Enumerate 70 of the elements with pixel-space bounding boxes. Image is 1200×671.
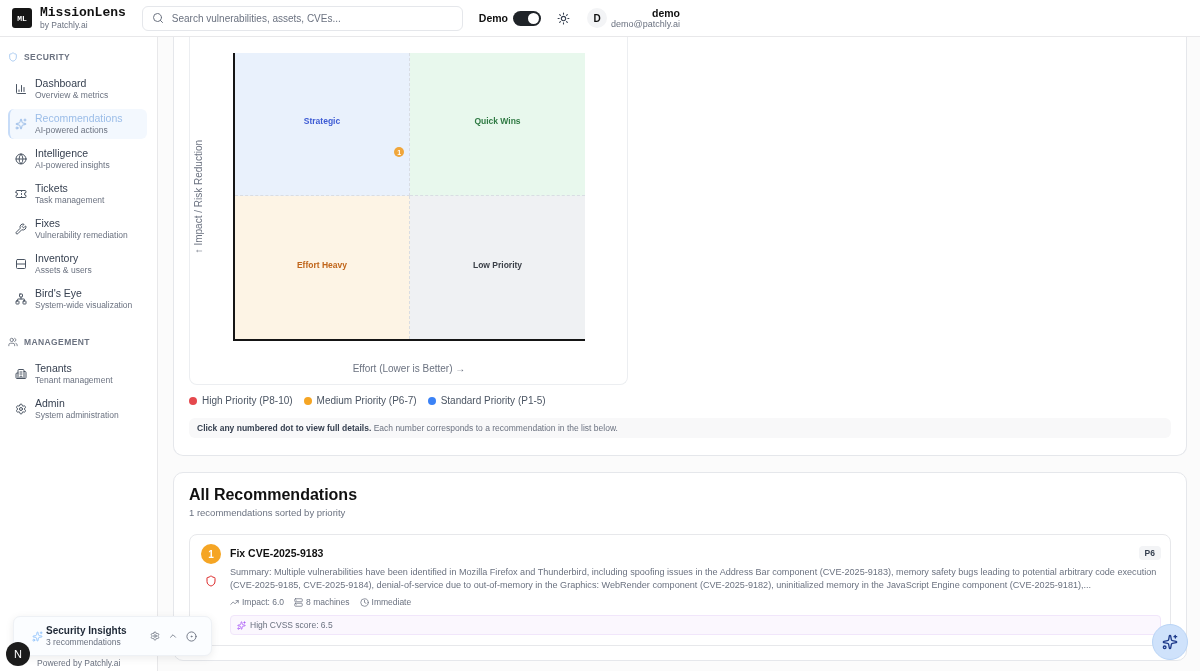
stacked-rows-icon (15, 258, 27, 270)
x-axis-label: Effort (Lower is Better) → (352, 363, 466, 375)
section-title: SECURITY (24, 52, 71, 62)
recommendation-title: Fix CVE-2025-9183 (230, 547, 324, 559)
logo-mark: ML (12, 8, 32, 28)
section-title: MANAGEMENT (24, 337, 90, 347)
sun-icon (557, 11, 570, 25)
target-button[interactable] (186, 630, 197, 642)
settings-icon (15, 403, 27, 415)
nav-item[interactable]: Intelligence AI-powered insights (8, 144, 147, 174)
app-byline: by Patchly.ai (40, 20, 89, 31)
meta-text: Immediate (371, 597, 412, 607)
clock-icon (359, 597, 369, 607)
quadrant-label: Quick Wins (474, 116, 521, 126)
nav-item[interactable]: Tenants Tenant management (8, 359, 147, 389)
quadrant-label: Low Priority (472, 259, 523, 270)
globe-icon (15, 153, 27, 165)
trend-up-icon (230, 597, 239, 607)
demo-label: Demo (478, 12, 508, 24)
users-icon (8, 337, 18, 347)
y-axis-label: ↑ Impact / Risk Reduction (193, 140, 205, 254)
legend-label: High Priority (P8-10) (202, 395, 293, 407)
quadrant-label: Effort Heavy (296, 259, 348, 270)
search-field[interactable]: Search vulnerabilities, assets, CVEs... (141, 5, 463, 31)
hint-note: Click any numbered dot to view full details. Each number corresponds to a recommendation in the list below. (189, 418, 1171, 438)
chevron-up-icon (168, 631, 178, 641)
shield-icon (8, 52, 18, 62)
legend-label: Medium Priority (P6-7) (316, 395, 417, 407)
user-name: demo (652, 6, 681, 19)
sparkles-icon (32, 630, 43, 642)
demo-toggle[interactable] (513, 10, 541, 26)
settings-icon (150, 631, 160, 641)
quadrant-label: Strategic (303, 116, 341, 126)
section-subtitle: 1 recommendations sorted by priority (189, 507, 347, 519)
user-email: demo@patchly.ai (611, 18, 681, 30)
search-icon (151, 12, 164, 24)
meta-text: 8 machines (306, 597, 350, 607)
ticket-icon (15, 188, 27, 200)
collapse-button[interactable] (168, 631, 178, 641)
nav-item[interactable]: Fixes Vulnerability remediation (8, 214, 147, 244)
recommendation-summary: Summary: Multiple vulnerabilities have been identified in Mozilla Firefox and Thunderbird, including spoofing issues in the Address Bar component (CVE-2025-9183), memory safety bugs leading to potential arbitrary code execution (CVE-2025-9185, CVE-2025-9184), denial-of-service due to out-of-memory in the Graphics: WebRender component (CVE-2025-9182), uninitialized memory in the JavaScript Engine component (CVE-2025-9181),... (230, 566, 1158, 591)
legend-label: Standard Priority (P1-5) (440, 395, 546, 407)
sparkles-icon (15, 118, 27, 130)
nav-item[interactable]: Tickets Task management (8, 179, 147, 209)
shield-icon (205, 575, 217, 587)
settings-button[interactable] (150, 631, 160, 641)
circle-dot-icon (186, 630, 197, 642)
priority-badge: P6 (1138, 546, 1161, 560)
nav-item[interactable]: Admin System administration (8, 394, 147, 424)
panel-subtitle: 3 recommendations (46, 636, 122, 648)
server-icon (294, 597, 304, 607)
highlight-text: High CVSS score: 6.5 (250, 620, 333, 630)
theme-button[interactable] (557, 11, 570, 25)
section-heading: All Recommendations (189, 485, 359, 505)
user-avatar: D (587, 8, 607, 28)
nav-item[interactable]: Recommendations AI-powered actions (8, 109, 147, 139)
nav-item[interactable]: Bird's Eye System-wide visualization (8, 284, 147, 314)
building-icon (15, 368, 27, 380)
meta-text: Impact: 6.0 (242, 597, 285, 607)
sparkles-icon (237, 620, 246, 630)
powered-by-text: Powered by Patchly.ai (36, 658, 122, 669)
sparkles-icon (1162, 634, 1178, 650)
app-name: MissionLens (40, 5, 126, 20)
bar-chart-icon (15, 83, 27, 95)
nav-item[interactable]: Dashboard Overview & metrics (8, 74, 147, 104)
nav-item[interactable]: Inventory Assets & users (8, 249, 147, 279)
wrench-icon (15, 223, 27, 235)
panel-title: Security Insights (46, 624, 127, 637)
rank-badge: 1 (201, 544, 221, 564)
network-icon (15, 293, 27, 305)
